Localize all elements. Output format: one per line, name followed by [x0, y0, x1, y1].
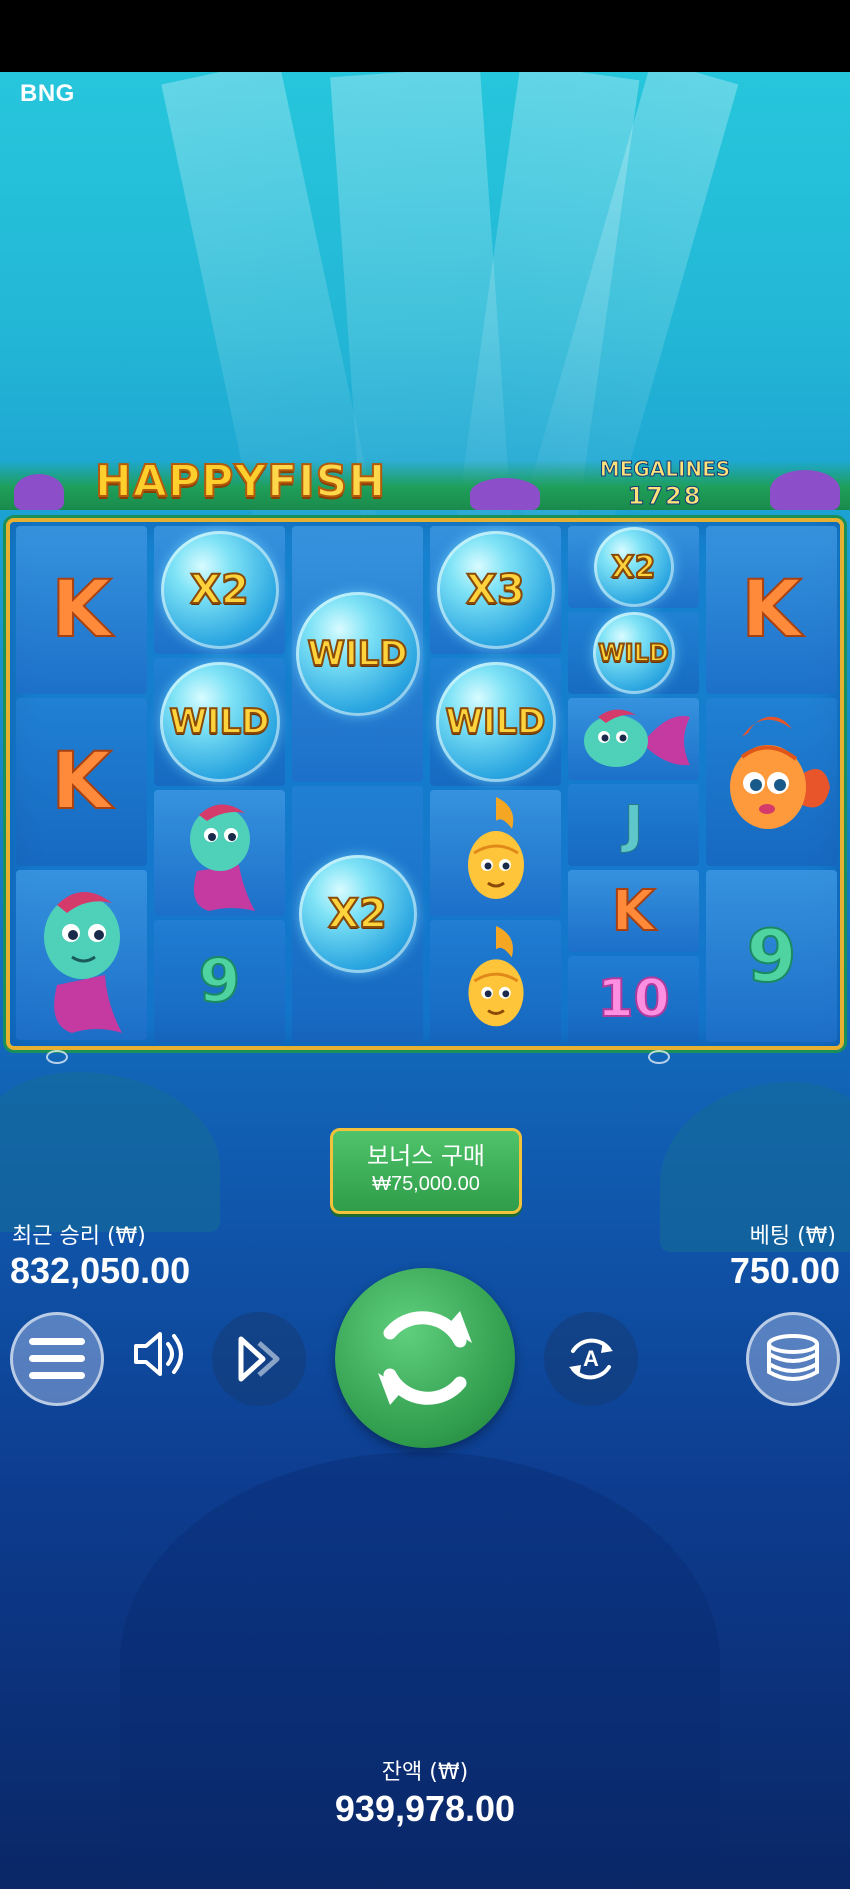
- provider-logo: BNG: [20, 80, 75, 107]
- symbol-10: 10: [596, 968, 670, 1030]
- bonus-buy-button[interactable]: 보너스 구매 ₩75,000.00: [330, 1128, 522, 1214]
- spin-arrows-icon: [378, 1311, 472, 1405]
- reel-1: K K: [14, 526, 149, 1042]
- gold-fish-icon: [467, 797, 524, 899]
- symbol-cell: K: [16, 698, 147, 866]
- wild-label: WILD: [444, 701, 546, 743]
- multiplier-bubble: X2: [298, 855, 417, 973]
- symbol-cell: X2: [568, 526, 699, 608]
- reel-5: X2 WILD J K 10: [566, 526, 701, 1042]
- last-win-label: 최근 승리 (₩): [12, 1224, 146, 1249]
- symbol-cell: [568, 698, 699, 780]
- multiplier-bubble: X3: [436, 531, 555, 649]
- symbol-cell: 9: [154, 920, 285, 1042]
- symbol-cell: 9: [706, 870, 837, 1042]
- wild-bubble: WILD: [592, 612, 675, 694]
- multiplier-label: X2: [610, 549, 656, 586]
- bonus-buy-price: ₩75,000.00: [372, 1173, 480, 1195]
- multiplier-label: X3: [465, 566, 526, 614]
- status-bar: [0, 0, 850, 72]
- turbo-button[interactable]: [212, 1312, 306, 1406]
- symbol-k: K: [50, 564, 112, 656]
- wild-bubble: WILD: [295, 592, 420, 716]
- symbol-cell: K: [706, 526, 837, 694]
- logo-word-happy: HAPPY: [94, 455, 268, 508]
- speaker-icon: [134, 1332, 183, 1376]
- bet-settings-button[interactable]: [746, 1312, 840, 1406]
- coral-decoration: [14, 474, 64, 510]
- wild-label: WILD: [168, 701, 270, 743]
- symbol-cell: [706, 698, 837, 866]
- multiplier-bubble: X2: [160, 531, 279, 649]
- fast-forward-icon: [238, 1336, 280, 1382]
- coins-stack-icon: [767, 1334, 819, 1381]
- orange-fish-icon: [729, 716, 830, 829]
- symbol-j: J: [623, 795, 644, 856]
- symbol-cell: [16, 870, 147, 1040]
- menu-button[interactable]: [10, 1312, 104, 1406]
- symbol-cell: J: [568, 784, 699, 866]
- wild-label: WILD: [597, 638, 670, 668]
- reel-6: K 9: [704, 526, 839, 1042]
- gold-fish-icon: [467, 925, 524, 1027]
- bubble-decoration: [46, 1050, 68, 1064]
- reels-board: K K X2 WILD 9 WILD X2 X3 WILD X2 WILD J …: [6, 518, 844, 1050]
- game-logo: HAPPYFISH: [94, 455, 425, 512]
- wild-bubble: WILD: [435, 662, 556, 782]
- sound-button[interactable]: [130, 1326, 188, 1382]
- megalines-badge: MEGALINES 1728: [585, 456, 745, 514]
- symbol-cell: [154, 790, 285, 916]
- symbol-cell: X2: [154, 526, 285, 654]
- wild-bubble: WILD: [159, 662, 280, 782]
- autoplay-letter: A: [583, 1346, 599, 1371]
- symbol-cell: WILD: [154, 658, 285, 786]
- symbol-cell: WILD: [568, 612, 699, 694]
- teal-fish-icon: [583, 709, 690, 767]
- hamburger-icon: [29, 1338, 85, 1379]
- bubble-decoration: [648, 1050, 670, 1064]
- reel-2: X2 WILD 9: [152, 526, 287, 1042]
- coral-rock-left: [0, 1072, 220, 1232]
- reel-4: X3 WILD: [428, 526, 563, 1042]
- balance-label: 잔액 (₩): [381, 1760, 469, 1785]
- multiplier-label: X2: [189, 566, 250, 614]
- balance-value: 939,978.00: [334, 1788, 516, 1829]
- symbol-cell: [430, 920, 561, 1042]
- symbol-k: K: [611, 878, 656, 945]
- wild-label: WILD: [306, 633, 408, 675]
- symbol-k: K: [740, 564, 802, 656]
- coral-decoration: [470, 478, 540, 510]
- symbol-cell: X3: [430, 526, 561, 654]
- symbol-cell: K: [16, 526, 147, 694]
- reel-3: WILD X2: [290, 526, 425, 1042]
- symbol-cell: WILD: [430, 658, 561, 786]
- logo-word-fish: FISH: [266, 455, 387, 508]
- symbol-cell: X2: [292, 786, 423, 1042]
- symbol-cell: K: [568, 870, 699, 952]
- bet-value: 750.00: [729, 1250, 840, 1291]
- teal-fish-icon: [43, 891, 122, 1033]
- symbol-cell: [430, 790, 561, 916]
- teal-fish-icon: [189, 804, 255, 911]
- symbol-cell: WILD: [292, 526, 423, 782]
- bet-label: 베팅 (₩): [749, 1224, 836, 1249]
- bonus-buy-title: 보너스 구매: [366, 1142, 486, 1170]
- coral-decoration: [770, 470, 840, 510]
- autoplay-button[interactable]: A: [544, 1312, 638, 1406]
- spin-button[interactable]: [335, 1268, 515, 1448]
- symbol-9: 9: [745, 913, 797, 999]
- multiplier-label: X2: [327, 890, 388, 938]
- megalines-count: 1728: [627, 482, 703, 511]
- megalines-label: MEGALINES: [599, 457, 731, 482]
- symbol-k: K: [50, 736, 112, 828]
- multiplier-bubble: X2: [593, 527, 674, 607]
- symbol-cell: 10: [568, 956, 699, 1042]
- symbol-9: 9: [198, 945, 242, 1017]
- last-win-value: 832,050.00: [10, 1250, 191, 1291]
